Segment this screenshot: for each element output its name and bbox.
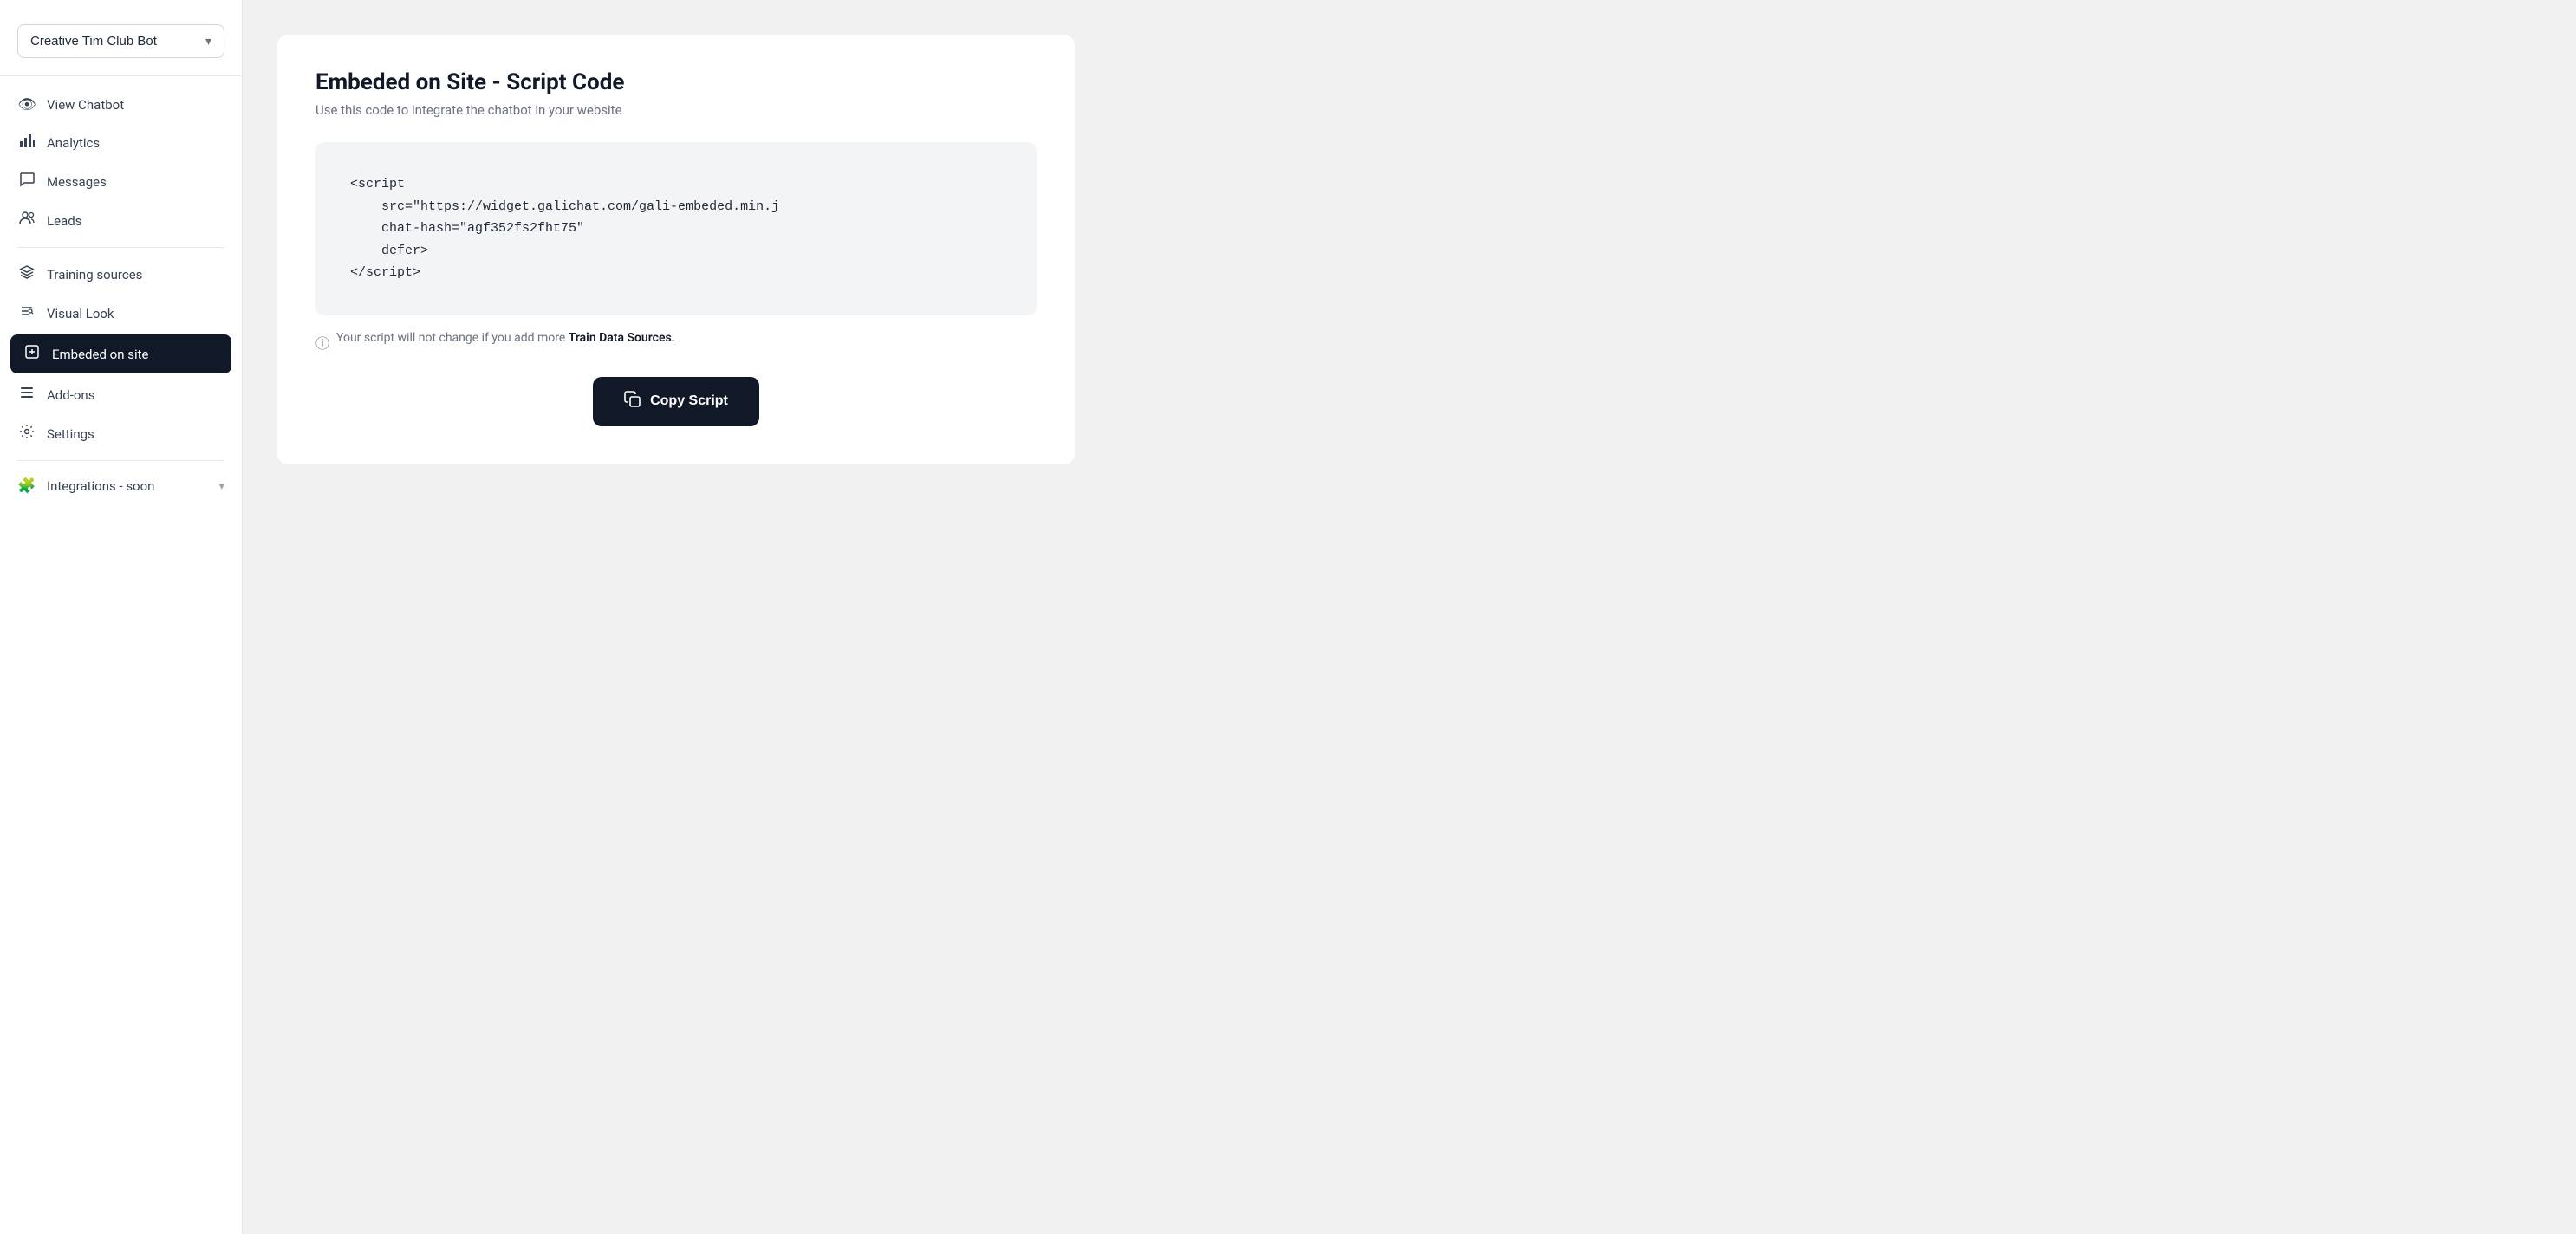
sidebar-item-embeded-on-site[interactable]: Embeded on site <box>10 334 231 373</box>
chevron-down-icon: ▾ <box>218 480 224 493</box>
sidebar-item-label: Settings <box>47 426 224 442</box>
content-card: Embeded on Site - Script Code Use this c… <box>277 35 1075 464</box>
sidebar-item-label: Messages <box>47 174 224 190</box>
messages-icon <box>17 172 36 192</box>
info-icon: ⓘ <box>315 332 329 353</box>
sidebar-item-visual-look[interactable]: Visual Look <box>0 294 242 333</box>
sidebar-item-integrations[interactable]: 🧩 Integrations - soon ▾ <box>0 468 242 504</box>
addons-icon <box>17 385 36 405</box>
puzzle-icon: 🧩 <box>17 477 36 495</box>
copy-script-label: Copy Script <box>650 393 728 409</box>
visual-look-icon <box>17 303 36 323</box>
main-content: Embeded on Site - Script Code Use this c… <box>243 0 2576 1234</box>
sidebar: Creative Tim Club Bot ▾ 👁 View Chatbot A… <box>0 0 243 1234</box>
sidebar-item-settings[interactable]: Settings <box>0 414 242 453</box>
copy-icon <box>624 391 641 412</box>
sidebar-header: Creative Tim Club Bot ▾ <box>0 17 242 76</box>
button-row: Copy Script <box>315 377 1037 426</box>
embed-icon <box>23 344 42 364</box>
sidebar-item-label: Visual Look <box>47 306 224 321</box>
page-title: Embeded on Site - Script Code <box>315 69 1037 95</box>
script-code-block: <script src="https://widget.galichat.com… <box>315 142 1037 315</box>
sidebar-item-label: Add-ons <box>47 387 224 403</box>
eye-icon: 👁 <box>17 96 36 114</box>
copy-script-button[interactable]: Copy Script <box>593 377 759 426</box>
leads-icon <box>17 211 36 231</box>
sidebar-item-label: Leads <box>47 213 224 229</box>
sidebar-item-label: Embeded on site <box>52 347 219 362</box>
chevron-down-icon: ▾ <box>205 34 211 49</box>
sidebar-item-view-chatbot[interactable]: 👁 View Chatbot <box>0 87 242 123</box>
sidebar-item-add-ons[interactable]: Add-ons <box>0 375 242 414</box>
sidebar-item-label: View Chatbot <box>47 97 224 113</box>
nav-divider-2 <box>17 460 224 461</box>
info-text: Your script will not change if you add m… <box>336 331 675 345</box>
page-subtitle: Use this code to integrate the chatbot i… <box>315 102 1037 118</box>
info-link: Train Data Sources. <box>569 331 675 345</box>
sidebar-item-label: Integrations - soon <box>47 478 208 494</box>
sidebar-item-label: Analytics <box>47 135 224 151</box>
analytics-icon <box>17 133 36 153</box>
sidebar-item-label: Training sources <box>47 267 224 283</box>
training-icon <box>17 264 36 284</box>
info-row: ⓘ Your script will not change if you add… <box>315 331 1037 353</box>
sidebar-item-analytics[interactable]: Analytics <box>0 123 242 162</box>
sidebar-nav: 👁 View Chatbot Analytics Messa <box>0 83 242 508</box>
sidebar-item-training-sources[interactable]: Training sources <box>0 255 242 294</box>
sidebar-item-leads[interactable]: Leads <box>0 201 242 240</box>
sidebar-item-messages[interactable]: Messages <box>0 162 242 201</box>
bot-name: Creative Tim Club Bot <box>30 34 157 49</box>
settings-icon <box>17 424 36 444</box>
nav-divider-1 <box>17 247 224 248</box>
bot-selector[interactable]: Creative Tim Club Bot ▾ <box>17 24 224 58</box>
